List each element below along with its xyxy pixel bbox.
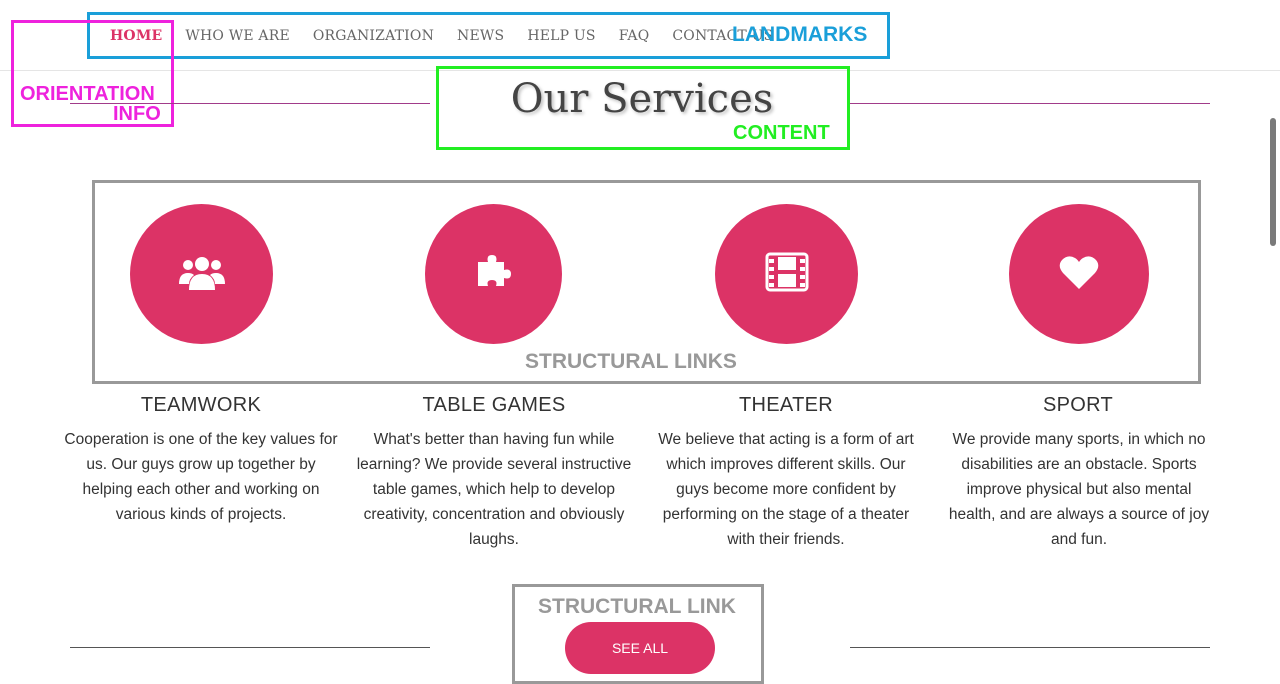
- title-divider-right: [850, 103, 1210, 104]
- service-title-teamwork: TEAMWORK: [140, 394, 262, 416]
- title-divider-left: [70, 103, 430, 104]
- service-text-table-games: What's better than having fun while lear…: [356, 431, 632, 548]
- service-title-table-games: TABLE GAMES: [422, 394, 566, 416]
- structural-links-annotation-label: STRUCTURAL LINKS: [525, 350, 737, 373]
- landmarks-annotation-label: LANDMARKS: [732, 23, 868, 46]
- see-all-button[interactable]: SEE ALL: [565, 622, 715, 674]
- service-theater-link[interactable]: [715, 204, 858, 344]
- content-annotation-label: CONTENT: [733, 122, 830, 144]
- users-icon: [178, 252, 225, 297]
- service-title-theater: THEATER: [739, 394, 833, 416]
- service-table-games-link[interactable]: [425, 204, 562, 344]
- structural-link-annotation-label: STRUCTURAL LINK: [538, 595, 736, 618]
- service-text-teamwork: Cooperation is one of the key values for…: [64, 431, 338, 523]
- heart-icon: [1059, 254, 1099, 295]
- service-teamwork-link[interactable]: [130, 204, 273, 344]
- bottom-divider-left: [70, 647, 430, 648]
- service-title-sport: SPORT: [1042, 394, 1114, 416]
- orientation-annotation-label-2: INFO: [113, 103, 161, 125]
- film-icon: [765, 252, 809, 297]
- service-text-theater: We believe that acting is a form of art …: [658, 431, 914, 548]
- service-text-sport: We provide many sports, in which no disa…: [948, 431, 1210, 548]
- service-sport-link[interactable]: [1009, 204, 1149, 344]
- page-scrollbar[interactable]: [1270, 118, 1276, 246]
- puzzle-icon: [474, 252, 514, 297]
- bottom-divider-right: [850, 647, 1210, 648]
